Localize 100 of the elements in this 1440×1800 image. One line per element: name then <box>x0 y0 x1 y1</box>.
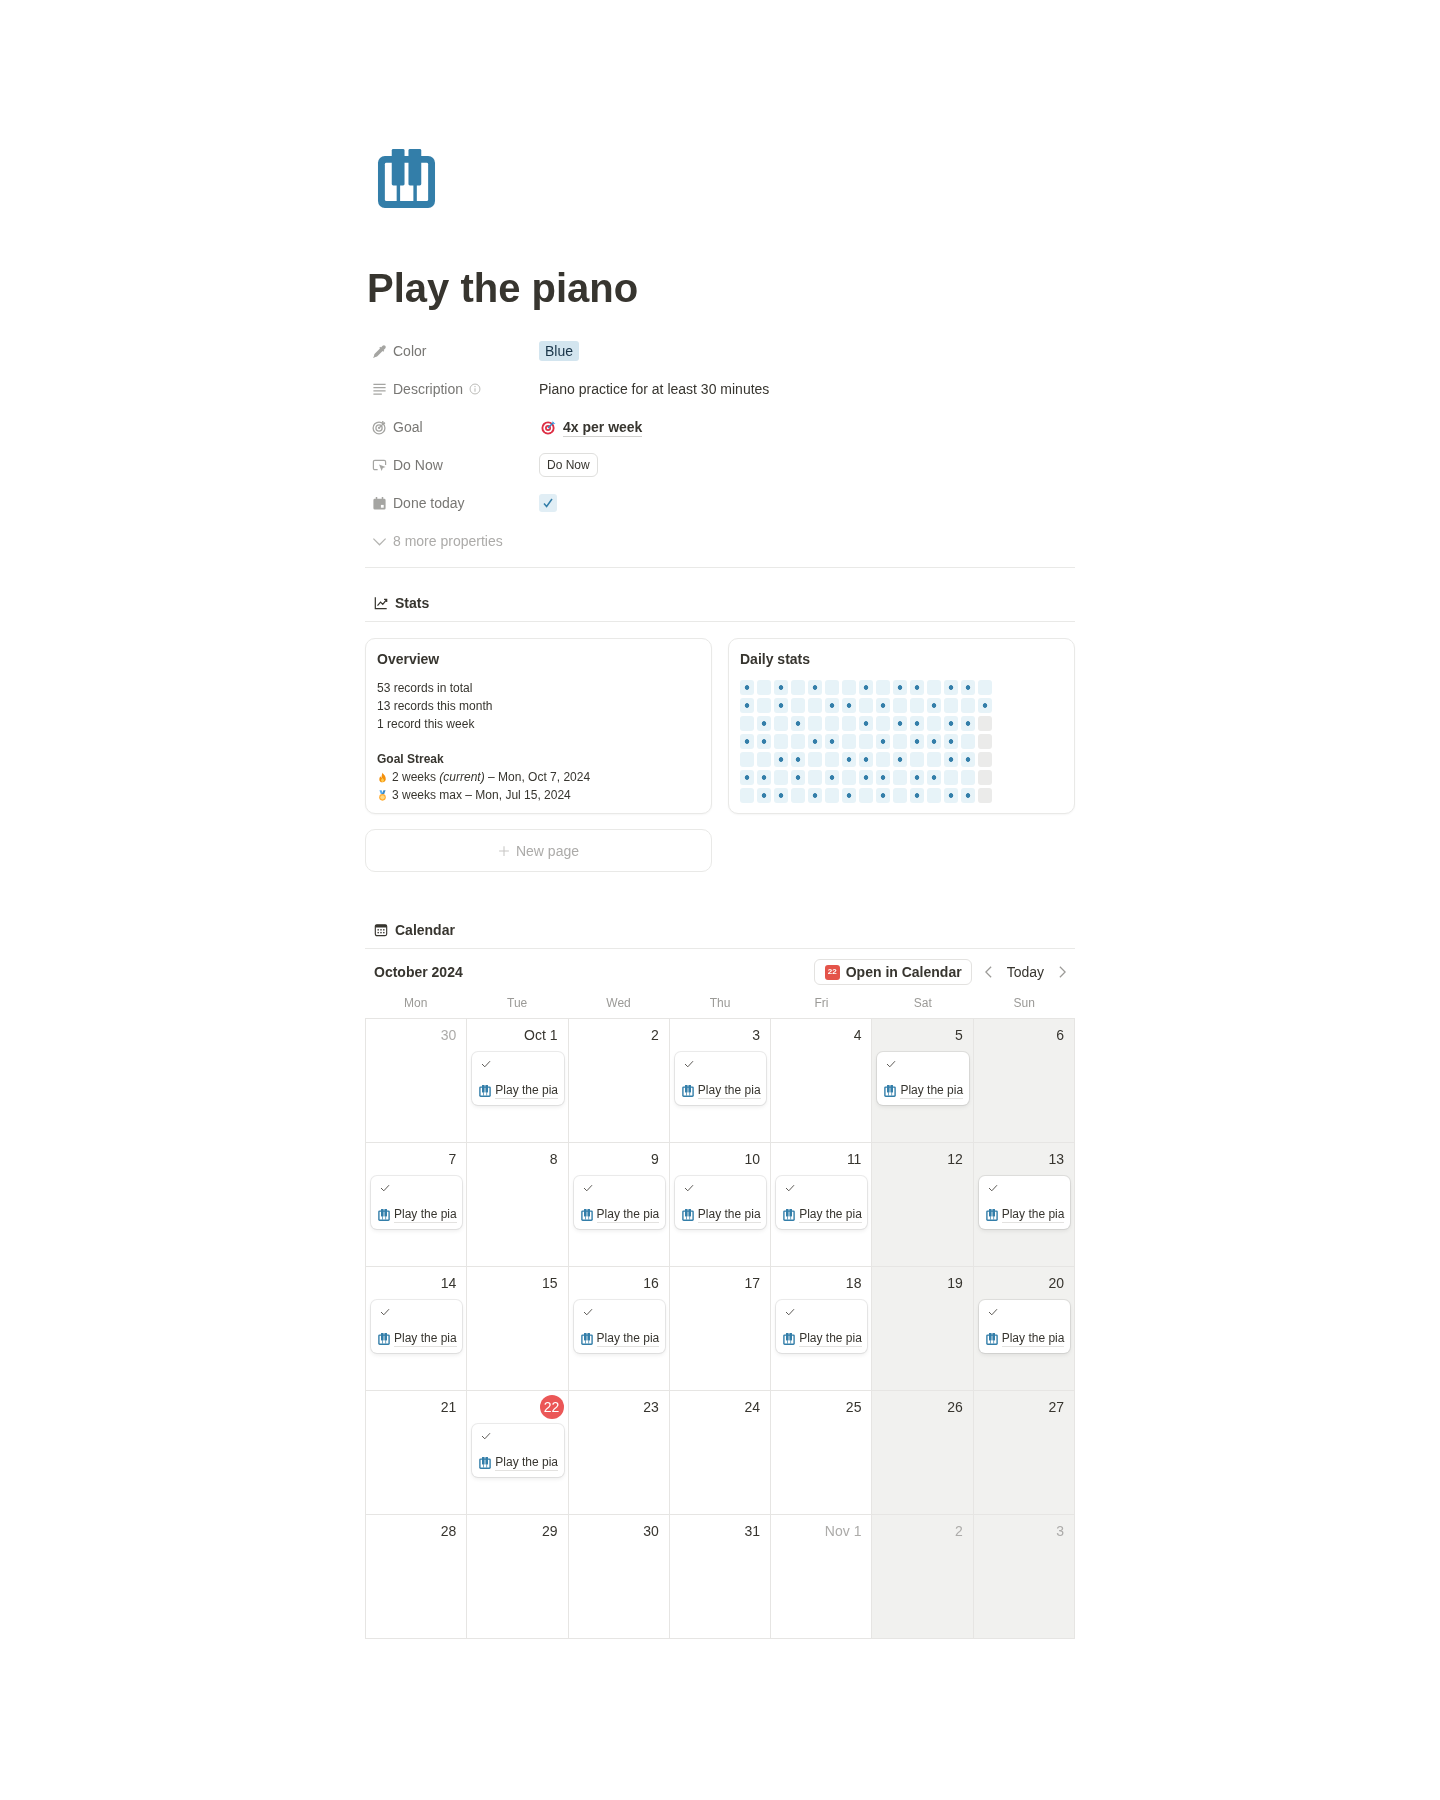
checkbox[interactable] <box>539 494 557 512</box>
day-number: 31 <box>743 1522 762 1541</box>
weekday-label: Tue <box>506 996 529 1010</box>
day-number: 5 <box>953 1026 964 1045</box>
streak-text: 2 weeks (current) – Mon, Oct 7, 2024 <box>392 769 591 786</box>
day-number: 10 <box>743 1150 762 1169</box>
streak-text: 3 weeks max – Mon, Jul 15, 2024 <box>392 787 571 804</box>
event-title: Play the pia <box>596 1207 660 1223</box>
stat-line: 53 records in total <box>377 680 474 697</box>
piano-icon <box>580 1333 593 1345</box>
property-label[interactable]: Color <box>365 334 539 368</box>
property-label[interactable]: Description <box>365 372 539 406</box>
day-number: 25 <box>844 1398 863 1417</box>
day-number: 12 <box>946 1150 964 1169</box>
day-number: 11 <box>845 1150 863 1169</box>
weekday-label: Fri <box>813 996 830 1010</box>
day-number: 17 <box>743 1274 762 1293</box>
info-icon <box>469 383 482 395</box>
chevron-right-icon[interactable] <box>1058 965 1067 979</box>
piano-icon <box>985 1209 998 1221</box>
card-title: Overview <box>377 650 441 669</box>
calendar-icon <box>372 495 387 511</box>
event-card[interactable]: Play the pia <box>472 1052 564 1105</box>
day-number: 7 <box>447 1150 458 1169</box>
event-card[interactable]: Play the pia <box>573 1176 665 1229</box>
stat-line: 13 records this month <box>377 698 494 715</box>
piano-icon <box>681 1209 694 1221</box>
piano-icon <box>783 1209 796 1221</box>
open-calendar-button[interactable]: 22 Open in Calendar <box>813 959 972 985</box>
property-label[interactable]: Do Now <box>365 448 539 482</box>
month-title: October 2024 <box>374 964 463 980</box>
day-number: 8 <box>548 1150 559 1169</box>
piano-icon <box>378 1209 390 1221</box>
event-card[interactable]: Play the pia <box>877 1052 969 1105</box>
cursor-window-icon <box>372 457 387 473</box>
streak-title: Goal Streak <box>377 751 445 768</box>
day-number: 19 <box>946 1274 964 1293</box>
piano-icon <box>378 1333 390 1345</box>
piano-icon <box>377 149 436 208</box>
event-card[interactable]: Play the pia <box>472 1424 564 1477</box>
target-icon <box>541 419 556 435</box>
day-number: 30 <box>642 1522 660 1541</box>
event-title: Play the pia <box>495 1455 558 1471</box>
card-title: Daily stats <box>740 650 812 669</box>
day-number: 2 <box>650 1026 660 1045</box>
property-label[interactable]: Done today <box>365 486 539 520</box>
event-title: Play the pia <box>394 1207 457 1223</box>
day-number: 20 <box>1047 1274 1065 1293</box>
event-card[interactable]: Play the pia <box>674 1176 767 1229</box>
target-icon <box>372 419 387 435</box>
event-title: Play the pia <box>596 1331 660 1347</box>
plus-icon <box>497 844 510 857</box>
medal-icon <box>377 789 388 801</box>
event-card[interactable]: Play the pia <box>978 1176 1070 1229</box>
day-number: 27 <box>1047 1398 1065 1417</box>
color-tag[interactable]: Blue <box>539 341 580 361</box>
piano-icon <box>884 1085 897 1097</box>
property-label[interactable]: Goal <box>365 410 539 444</box>
event-card[interactable]: Play the pia <box>776 1300 868 1353</box>
calendar-icon <box>374 923 388 937</box>
event-card[interactable]: Play the pia <box>776 1176 868 1229</box>
event-card[interactable]: Play the pia <box>371 1176 463 1229</box>
event-title: Play the pia <box>1001 1331 1065 1347</box>
day-number: 4 <box>852 1026 863 1045</box>
view-tab[interactable]: Stats <box>365 589 439 617</box>
view-tab[interactable]: Calendar <box>365 916 464 944</box>
day-number: Nov 1 <box>823 1522 863 1541</box>
line-chart-icon <box>374 596 388 610</box>
weekday-label: Sat <box>912 996 933 1010</box>
eyedropper-icon <box>372 343 387 359</box>
day-number: 16 <box>642 1274 660 1293</box>
event-title: Play the pia <box>697 1083 761 1099</box>
piano-icon <box>985 1333 998 1345</box>
piano-icon <box>681 1085 694 1097</box>
today-button[interactable]: Today <box>1004 959 1046 985</box>
event-title: Play the pia <box>799 1207 862 1223</box>
goal-link[interactable]: 4x per week <box>563 417 643 437</box>
piano-icon <box>783 1333 796 1345</box>
description-text[interactable]: Piano practice for at least 30 minutes <box>539 379 770 399</box>
event-card[interactable]: Play the pia <box>978 1300 1070 1353</box>
weekday-label: Mon <box>403 996 429 1010</box>
day-number: 15 <box>541 1274 559 1293</box>
day-number: 29 <box>541 1522 559 1541</box>
event-title: Play the pia <box>799 1331 862 1347</box>
day-number: 3 <box>1055 1522 1065 1541</box>
event-card[interactable]: Play the pia <box>371 1300 463 1353</box>
event-title: Play the pia <box>394 1331 457 1347</box>
day-number: 14 <box>439 1274 458 1293</box>
do-now-button[interactable]: Do Now <box>539 453 598 477</box>
chevron-left-icon[interactable] <box>983 965 993 979</box>
event-title: Play the pia <box>1001 1207 1065 1223</box>
event-card[interactable]: Play the pia <box>674 1052 767 1105</box>
page-title: Play the piano <box>366 265 640 312</box>
event-card[interactable]: Play the pia <box>573 1300 665 1353</box>
day-number: Oct 1 <box>523 1026 559 1045</box>
piano-icon <box>580 1209 593 1221</box>
calendar-date-icon: 22 <box>824 964 840 980</box>
day-number: 6 <box>1055 1026 1065 1045</box>
day-number: 13 <box>1047 1150 1065 1169</box>
weekday-label: Wed <box>605 996 632 1010</box>
